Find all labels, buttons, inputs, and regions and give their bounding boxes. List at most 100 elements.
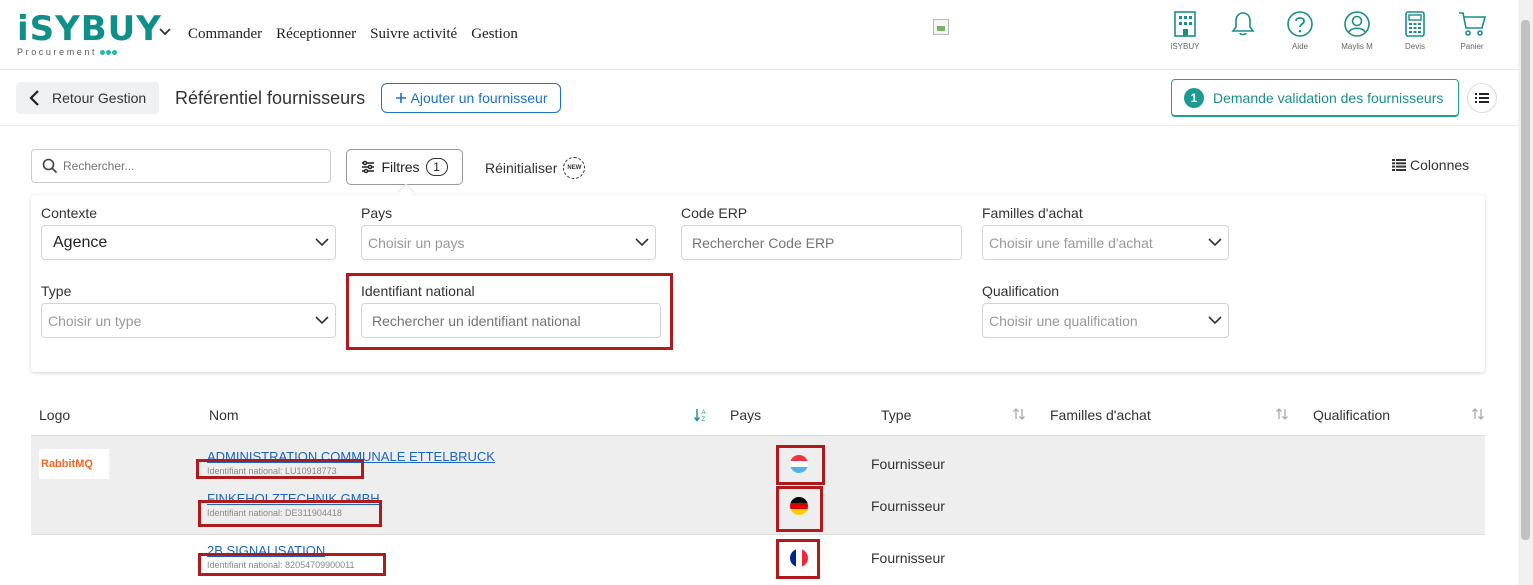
cart-icon	[1459, 12, 1487, 36]
contexte-label: Contexte	[41, 205, 98, 221]
type-label: Type	[41, 283, 72, 299]
column-type[interactable]: Type	[881, 407, 911, 423]
sliders-icon	[362, 160, 375, 174]
logo-text: iSYBUY	[17, 9, 162, 49]
pays-select[interactable]: Choisir un pays	[361, 225, 656, 260]
sort-icon[interactable]	[1275, 407, 1289, 421]
reset-label: Réinitialiser	[485, 160, 558, 176]
nav-commander[interactable]: Commander	[188, 26, 262, 43]
supplier-type: Fournisseur	[871, 456, 945, 472]
chevron-down-icon	[635, 238, 649, 247]
notifications-button[interactable]	[1218, 10, 1268, 38]
familles-select[interactable]: Choisir une famille d'achat	[982, 225, 1229, 260]
validation-label: Demande validation des fournisseurs	[1213, 89, 1444, 106]
highlight-box-national-id	[198, 500, 382, 527]
qualification-label: Qualification	[982, 283, 1060, 299]
supplier-type: Fournisseur	[871, 550, 945, 566]
plus-icon	[395, 93, 406, 103]
type-placeholder: Choisir un type	[48, 312, 142, 329]
broken-image-icon	[933, 19, 949, 35]
nav-gestion[interactable]: Gestion	[471, 26, 518, 43]
add-supplier-label: Ajouter un fournisseur	[410, 90, 548, 106]
type-select[interactable]: Choisir un type	[41, 303, 336, 338]
column-qualification[interactable]: Qualification	[1313, 407, 1390, 423]
column-nom[interactable]: Nom	[209, 407, 239, 423]
contexte-select[interactable]: Agence	[41, 225, 336, 260]
user-account-button[interactable]: Maylis M	[1332, 10, 1382, 51]
chevron-down-icon	[1208, 316, 1222, 325]
list-view-button[interactable]	[1467, 83, 1497, 113]
nav-suivre-activite[interactable]: Suivre activité	[370, 26, 457, 43]
familles-placeholder: Choisir une famille d'achat	[989, 234, 1153, 251]
highlight-box-national-id	[196, 459, 364, 479]
column-logo: Logo	[39, 407, 71, 423]
search-icon	[42, 158, 58, 174]
sort-icon[interactable]	[1471, 407, 1485, 421]
help-icon	[1287, 11, 1313, 37]
svg-text:Z: Z	[702, 417, 706, 423]
back-button[interactable]: Retour Gestion	[16, 82, 159, 114]
row-divider	[31, 534, 1485, 535]
reset-filters-button[interactable]: Réinitialiser NEW	[485, 157, 586, 179]
highlight-box-identifiant	[346, 273, 673, 350]
nav-receptionner[interactable]: Réceptionner	[276, 26, 356, 43]
scrollbar-thumb[interactable]	[1521, 20, 1530, 540]
columns-label: Colonnes	[1410, 157, 1470, 173]
table-header: Logo Nom AZ Pays Type Familles d'achat Q…	[31, 396, 1485, 436]
company-button[interactable]: iSYBUY	[1160, 10, 1210, 51]
pays-placeholder: Choisir un pays	[368, 234, 465, 251]
top-header: iSYBUY Procurement Commander Réceptionne…	[0, 0, 1518, 70]
familles-label: Familles d'achat	[982, 205, 1083, 221]
supplier-logo: RabbitMQ	[39, 449, 109, 479]
page-title: Référentiel fournisseurs	[175, 88, 366, 108]
highlight-box-national-id	[198, 553, 386, 576]
chevron-down-icon	[315, 316, 329, 325]
chevron-down-icon[interactable]	[159, 28, 171, 36]
quotes-button[interactable]: Devis	[1390, 10, 1440, 51]
back-button-label: Retour Gestion	[52, 90, 147, 106]
help-button[interactable]: Aide	[1275, 10, 1325, 51]
code-erp-label: Code ERP	[681, 205, 748, 221]
columns-icon	[1392, 159, 1406, 171]
page-header: Retour Gestion Référentiel fournisseurs …	[0, 71, 1518, 126]
logo-dots	[99, 47, 118, 57]
highlight-box-country	[776, 539, 820, 579]
contexte-value: Agence	[53, 233, 108, 251]
building-icon	[1174, 11, 1196, 37]
cart-button[interactable]: Panier	[1447, 10, 1497, 51]
highlight-box-country	[776, 486, 823, 532]
code-erp-input[interactable]	[692, 234, 935, 251]
user-icon	[1344, 11, 1370, 37]
vertical-scrollbar[interactable]	[1518, 0, 1533, 585]
search-input[interactable]	[63, 159, 303, 173]
filters-button[interactable]: Filtres 1	[346, 149, 463, 185]
calculator-icon	[1405, 11, 1425, 37]
qualification-select[interactable]: Choisir une qualification	[982, 303, 1229, 338]
list-icon	[1475, 93, 1489, 103]
supplier-validation-button[interactable]: 1 Demande validation des fournisseurs	[1171, 79, 1459, 117]
filters-label: Filtres	[381, 159, 420, 175]
supplier-type: Fournisseur	[871, 498, 945, 514]
qualification-placeholder: Choisir une qualification	[989, 312, 1138, 329]
chevron-left-icon	[29, 90, 39, 106]
new-badge: NEW	[563, 157, 586, 179]
columns-button[interactable]: Colonnes	[1392, 157, 1469, 173]
pays-label: Pays	[361, 205, 393, 221]
code-erp-field[interactable]	[681, 225, 962, 260]
filters-count-badge: 1	[425, 158, 448, 176]
filter-panel: Contexte Agence Pays Choisir un pays Cod…	[31, 195, 1485, 372]
validation-count-badge: 1	[1184, 87, 1204, 108]
main-nav: Commander Réceptionner Suivre activité G…	[188, 26, 518, 43]
add-supplier-button[interactable]: Ajouter un fournisseur	[381, 83, 561, 113]
search-box[interactable]	[31, 149, 331, 183]
chevron-down-icon	[1208, 238, 1222, 247]
header-icons: iSYBUY Aide Maylis M Devis Panier	[1160, 10, 1510, 60]
column-familles[interactable]: Familles d'achat	[1050, 407, 1151, 423]
svg-text:A: A	[702, 410, 706, 416]
column-pays: Pays	[730, 407, 762, 423]
isybuy-logo[interactable]: iSYBUY Procurement	[17, 9, 162, 58]
highlight-box-country	[776, 445, 825, 485]
sort-az-icon[interactable]: AZ	[693, 407, 709, 423]
sort-icon[interactable]	[1012, 407, 1026, 421]
chevron-down-icon	[315, 238, 329, 247]
